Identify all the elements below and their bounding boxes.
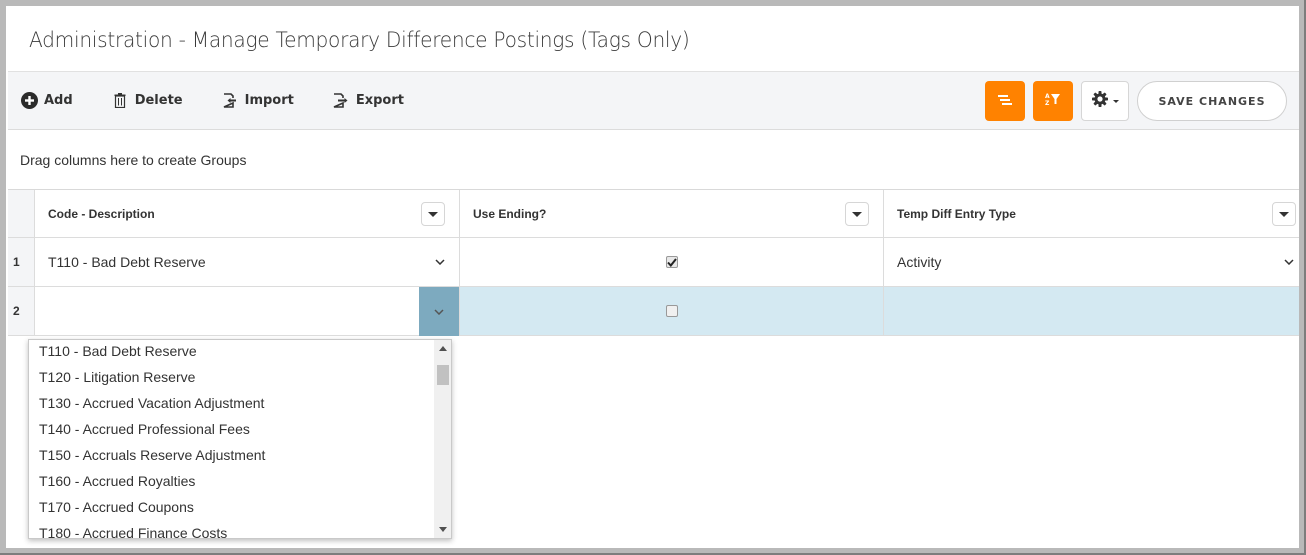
import-button[interactable]: Import [221, 92, 294, 110]
dropdown-option[interactable]: T170 - Accrued Coupons [29, 495, 434, 521]
trash-icon [111, 92, 129, 110]
code-description-dropdown-list: T110 - Bad Debt Reserve T120 - Litigatio… [28, 339, 452, 539]
scrollbar-thumb[interactable] [437, 365, 449, 385]
add-label: Add [44, 93, 73, 108]
group-lines-icon [998, 92, 1012, 110]
column-menu-button[interactable] [845, 202, 869, 226]
chevron-down-icon [434, 308, 444, 315]
save-changes-button[interactable]: SAVE CHANGES [1137, 81, 1287, 121]
export-icon [332, 92, 350, 110]
svg-text:Z: Z [1045, 100, 1050, 106]
delete-button[interactable]: Delete [111, 92, 183, 110]
group-toggle-button[interactable] [985, 81, 1025, 121]
entry-type-value: Activity [897, 254, 942, 270]
row-number-header [8, 190, 35, 237]
column-header-label: Code - Description [48, 206, 155, 221]
table-row-selected[interactable]: 2 [8, 287, 1299, 336]
use-ending-cell [460, 287, 884, 335]
dropdown-option[interactable]: T180 - Accrued Finance Costs [29, 521, 434, 538]
dropdown-options: T110 - Bad Debt Reserve T120 - Litigatio… [29, 340, 434, 538]
entry-type-cell[interactable] [884, 287, 1299, 335]
import-icon [221, 92, 239, 110]
column-header-label: Use Ending? [473, 206, 547, 221]
gear-icon [1091, 90, 1108, 112]
sort-az-filter-icon: AZ [1045, 92, 1061, 111]
arrow-up-icon [438, 346, 447, 351]
column-header-entry-type[interactable]: Temp Diff Entry Type [884, 190, 1299, 237]
dropdown-option[interactable]: T160 - Accrued Royalties [29, 469, 434, 495]
arrow-down-icon [438, 527, 447, 532]
chevron-down-icon[interactable] [1282, 257, 1296, 267]
column-menu-button[interactable] [421, 202, 445, 226]
group-drop-panel[interactable]: Drag columns here to create Groups [8, 130, 1299, 190]
use-ending-cell [460, 238, 884, 286]
entry-type-cell[interactable]: Activity [884, 238, 1299, 286]
toolbar-right-actions: AZ SAVE CHANGES [985, 81, 1287, 121]
use-ending-checkbox[interactable] [665, 256, 678, 268]
page-title: Administration - Manage Temporary Differ… [29, 27, 690, 52]
scroll-up-button[interactable] [434, 340, 451, 357]
plus-circle-icon [20, 92, 38, 110]
code-description-editor[interactable] [35, 287, 460, 336]
dropdown-option[interactable]: T120 - Litigation Reserve [29, 365, 434, 391]
caret-down-icon [1112, 99, 1119, 103]
settings-button[interactable] [1081, 81, 1129, 121]
title-bar: Administration - Manage Temporary Differ… [8, 8, 1299, 72]
delete-label: Delete [134, 93, 183, 108]
row-number: 2 [8, 287, 35, 335]
caret-down-icon [1279, 211, 1289, 217]
dropdown-option[interactable]: T130 - Accrued Vacation Adjustment [29, 391, 434, 417]
data-grid: Code - Description Use Ending? Temp Diff… [8, 190, 1299, 336]
code-description-cell[interactable]: T110 - Bad Debt Reserve [35, 238, 460, 286]
use-ending-checkbox[interactable] [665, 305, 678, 317]
column-header-label: Temp Diff Entry Type [897, 206, 1016, 221]
row-number: 1 [8, 238, 35, 286]
svg-text:A: A [1045, 93, 1050, 100]
import-label: Import [244, 93, 294, 108]
dropdown-toggle-button[interactable] [419, 287, 459, 336]
column-header-code-description[interactable]: Code - Description [35, 190, 460, 237]
column-menu-button[interactable] [1272, 202, 1296, 226]
export-button[interactable]: Export [332, 92, 404, 110]
export-label: Export [355, 93, 404, 108]
dropdown-option[interactable]: T110 - Bad Debt Reserve [29, 340, 434, 365]
code-description-value: T110 - Bad Debt Reserve [48, 254, 206, 270]
scroll-down-button[interactable] [434, 521, 451, 538]
dropdown-scrollbar[interactable] [434, 340, 451, 538]
column-header-use-ending[interactable]: Use Ending? [460, 190, 884, 237]
checkmark-icon [666, 257, 677, 267]
dropdown-option[interactable]: T150 - Accruals Reserve Adjustment [29, 443, 434, 469]
caret-down-icon [428, 211, 438, 217]
toolbar: Add Delete Import Export A Z SAVE CHANGE… [8, 72, 1299, 130]
dropdown-option[interactable]: T140 - Accrued Professional Fees [29, 417, 434, 443]
caret-down-icon [852, 211, 862, 217]
add-button[interactable]: Add [20, 92, 73, 110]
sort-filter-button[interactable]: AZ [1033, 81, 1073, 121]
chevron-down-icon[interactable] [433, 257, 447, 267]
grid-header-row: Code - Description Use Ending? Temp Diff… [8, 190, 1299, 238]
table-row[interactable]: 1 T110 - Bad Debt Reserve Activity [8, 238, 1299, 287]
